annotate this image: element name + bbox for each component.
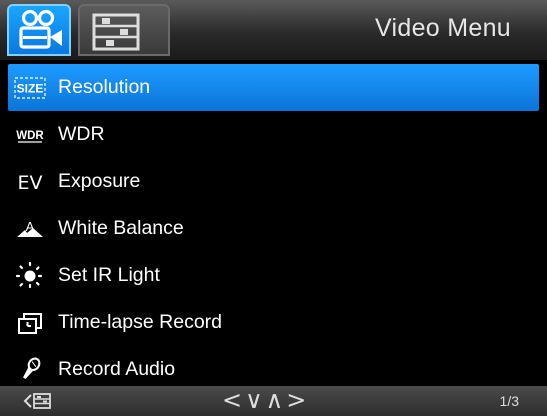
svg-text:SIZE: SIZE <box>17 81 44 95</box>
menu-item-label: Record Audio <box>58 358 176 380</box>
size-icon: SIZE <box>8 71 52 105</box>
svg-text:EV: EV <box>17 172 42 194</box>
menu-item-wdr[interactable]: WDR WDR <box>0 111 547 158</box>
menu-list: SIZE Resolution WDR WDR EV Exposure A Wh… <box>0 64 547 393</box>
menu-item-resolution[interactable]: SIZE Resolution <box>8 64 539 111</box>
header-bar: Video Menu <box>0 0 547 60</box>
wdr-icon: WDR <box>8 118 52 152</box>
back-menu-icon[interactable] <box>22 391 56 411</box>
menu-item-label: White Balance <box>58 217 184 239</box>
tab-video[interactable] <box>7 4 71 56</box>
menu-item-label: Resolution <box>58 76 151 98</box>
settings-list-icon <box>92 13 140 51</box>
menu-item-label: WDR <box>58 123 105 145</box>
svg-text:WDR: WDR <box>16 130 44 142</box>
menu-item-label: Exposure <box>58 170 141 192</box>
ir-light-icon <box>8 259 52 293</box>
nav-arrows: <∨∧> <box>222 386 310 414</box>
menu-item-label: Time-lapse Record <box>58 311 222 333</box>
video-camera-icon <box>19 9 62 49</box>
ev-icon: EV <box>8 165 52 199</box>
page-title: Video Menu <box>375 14 511 42</box>
menu-item-exposure[interactable]: EV Exposure <box>0 158 547 205</box>
tab-setup[interactable] <box>78 4 170 56</box>
microphone-icon <box>8 353 52 387</box>
menu-item-time-lapse-record[interactable]: Time-lapse Record <box>0 299 547 346</box>
time-lapse-icon <box>8 306 52 340</box>
menu-item-white-balance[interactable]: A White Balance <box>0 205 547 252</box>
page-indicator: 1/3 <box>499 393 519 409</box>
menu-item-set-ir-light[interactable]: Set IR Light <box>0 252 547 299</box>
menu-item-label: Set IR Light <box>58 264 160 286</box>
white-balance-icon: A <box>8 212 52 246</box>
footer-bar: <∨∧> 1/3 <box>0 386 547 416</box>
